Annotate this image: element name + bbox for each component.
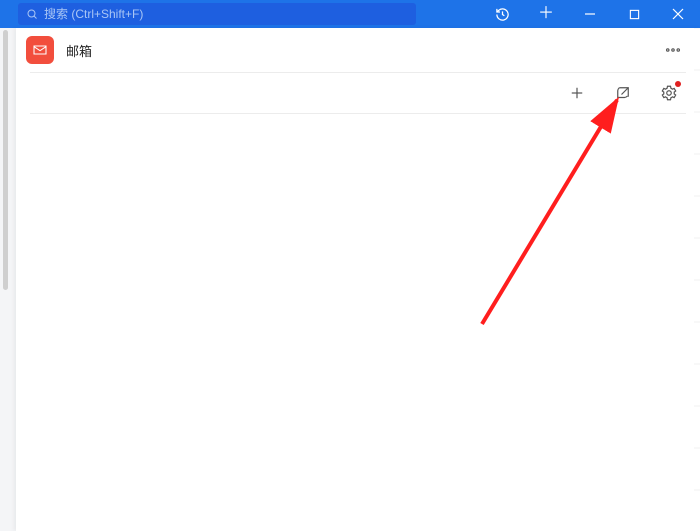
open-external-icon	[614, 84, 632, 102]
search-icon	[26, 8, 38, 20]
global-search[interactable]	[18, 3, 416, 25]
gear-icon	[660, 84, 678, 102]
mail-icon	[32, 42, 48, 58]
title-bar: ＋	[0, 0, 700, 28]
plus-icon	[568, 84, 586, 102]
close-window-button[interactable]	[656, 0, 700, 28]
panel-title: 邮箱	[66, 41, 92, 60]
open-external-button[interactable]	[608, 78, 638, 108]
app-window: ＋ 邮箱	[0, 0, 700, 531]
add-account-button[interactable]	[562, 78, 592, 108]
sidebar-scrollbar[interactable]	[3, 30, 8, 290]
more-icon	[664, 41, 682, 59]
minimize-icon	[584, 8, 596, 20]
plus-icon: ＋	[538, 6, 554, 22]
maximize-button[interactable]	[612, 0, 656, 28]
search-input[interactable]	[44, 7, 408, 21]
close-icon	[672, 8, 684, 20]
settings-button[interactable]	[654, 78, 684, 108]
panel-header: 邮箱	[16, 28, 700, 72]
panel-more-button[interactable]	[658, 35, 688, 65]
history-button[interactable]	[480, 0, 524, 28]
new-tab-button[interactable]: ＋	[524, 0, 568, 28]
maximize-icon	[629, 9, 640, 20]
history-icon	[495, 7, 510, 22]
mail-panel: 邮箱	[16, 28, 700, 531]
cropped-edge	[694, 28, 700, 531]
mail-content-empty	[16, 114, 700, 531]
mail-app-icon	[26, 36, 54, 64]
settings-notification-dot	[675, 81, 681, 87]
minimize-button[interactable]	[568, 0, 612, 28]
mail-toolbar	[16, 73, 700, 113]
